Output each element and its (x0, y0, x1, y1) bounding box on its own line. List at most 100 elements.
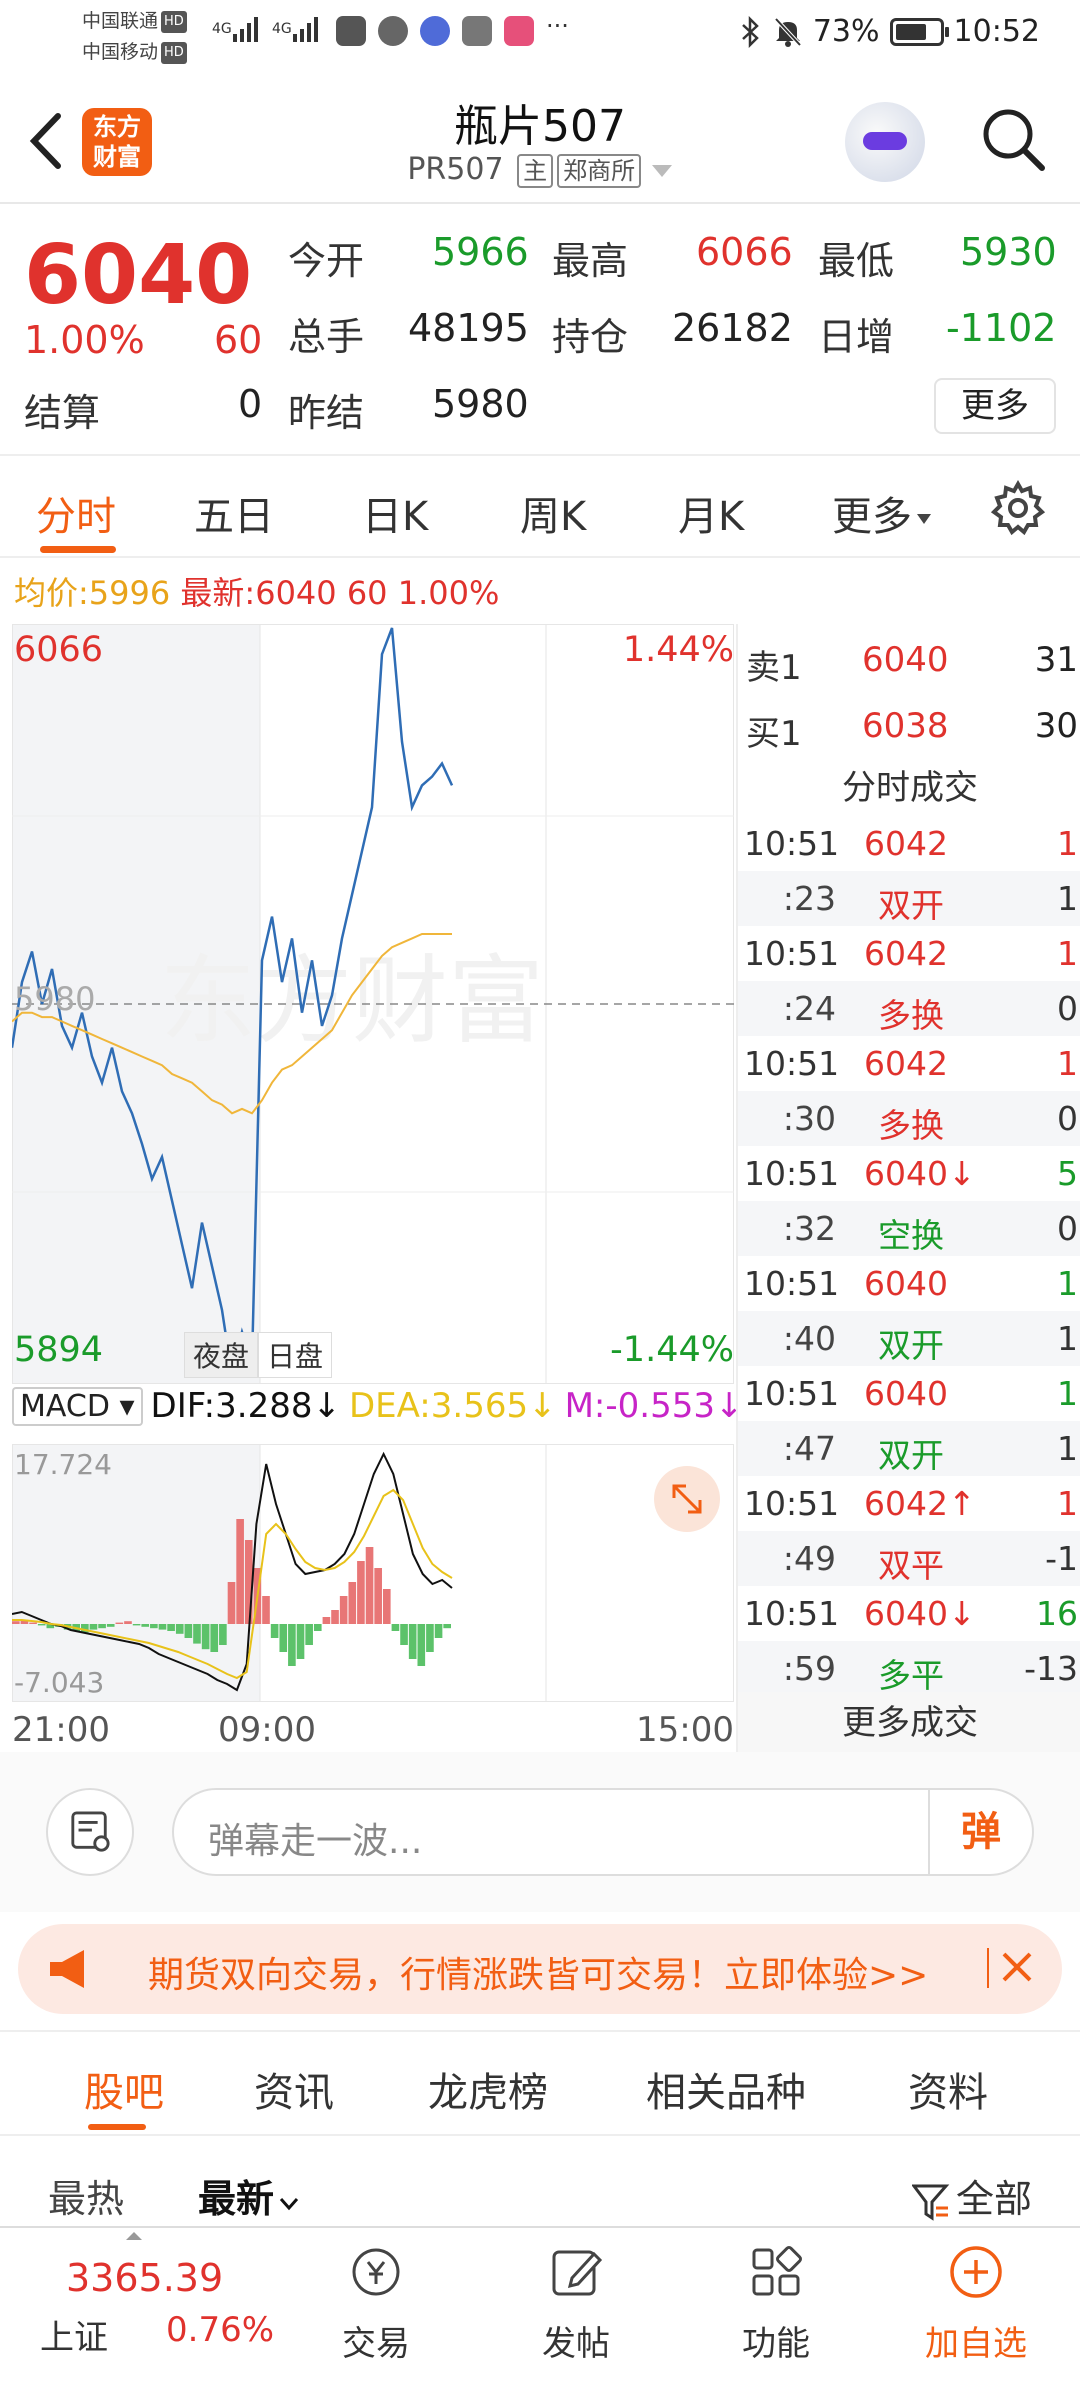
trade-volume: 0 (1057, 1209, 1078, 1248)
assistant-robot-icon[interactable] (845, 102, 925, 182)
promo-banner[interactable]: 期货双向交易，行情涨跌皆可交易！立即体验>> (18, 1924, 1062, 2014)
trade-time: :30 (782, 1099, 836, 1138)
macd-bar (313, 1624, 322, 1631)
indicator-select[interactable]: MACD ▾ (12, 1386, 143, 1426)
more-icon: ··· (546, 12, 569, 40)
clock: 10:52 (953, 14, 1040, 49)
oi-label: 持仓 (552, 315, 629, 359)
sort-latest[interactable]: 最新 (198, 2168, 300, 2223)
signal-icon: 4G (212, 16, 258, 42)
macd-bar (150, 1624, 158, 1629)
sort-hot[interactable]: 最热 (48, 2168, 124, 2223)
trade-row: :23 双开 1 (738, 871, 1080, 926)
intraday-chart[interactable]: 东方财富 6066 1.44% 5894 -1.44% 5980 夜盘 日盘 (12, 624, 734, 1384)
megaphone-icon (50, 1950, 84, 1988)
trade-price: 双开 (878, 886, 944, 925)
macd-bar (305, 1624, 313, 1645)
macd-bar (167, 1624, 175, 1631)
nav-add-watchlist[interactable]: 加自选 (896, 2228, 1056, 2400)
expand-icon[interactable] (654, 1466, 720, 1532)
bluetooth-icon (741, 15, 759, 48)
yen-cycle-icon (352, 2248, 400, 2296)
tab-intraday[interactable]: 分时 (36, 484, 116, 542)
nav-post[interactable]: 发帖 (496, 2228, 656, 2400)
macd-bar (210, 1624, 219, 1652)
chart-tabs: 分时 五日 日K 周K 月K 更多 (0, 458, 1080, 558)
macd-bar (443, 1624, 451, 1629)
trade-time: 10:51 (744, 1594, 840, 1633)
dropdown-triangle-icon (651, 164, 672, 177)
dif-value: DIF:3.288↓ (150, 1386, 341, 1426)
macd-bar (106, 1624, 115, 1627)
macd-bar (348, 1582, 357, 1624)
tab-profile[interactable]: 资料 (908, 2060, 988, 2118)
macd-bar (12, 1621, 20, 1624)
night-session-area (12, 1444, 260, 1702)
macd-bar (193, 1624, 201, 1644)
macd-bar (158, 1624, 167, 1630)
danmu-send-button[interactable]: 弹 (928, 1790, 1032, 1874)
tab-related[interactable]: 相关品种 (646, 2060, 806, 2118)
trade-volume: 1 (1057, 1044, 1078, 1083)
trade-price: 双开 (878, 1436, 944, 1475)
trade-time: :23 (782, 879, 836, 918)
filter-all[interactable]: 全部 (910, 2168, 1032, 2223)
danmu-settings-icon[interactable] (46, 1788, 134, 1876)
macd-bar (115, 1622, 124, 1624)
quote-panel: 6040 1.00% 60 结算 0 今开 5966 最高 6066 最低 59… (0, 206, 1080, 456)
trade-row: :49 双平 -1 (738, 1531, 1080, 1586)
daily-inc-label: 日增 (818, 315, 895, 359)
tab-guba[interactable]: 股吧 (84, 2060, 164, 2118)
grid-icon (752, 2246, 802, 2296)
tab-dragon-tiger[interactable]: 龙虎榜 (428, 2060, 548, 2118)
trade-row: :40 双开 1 (738, 1311, 1080, 1366)
trade-row: :24 多换 0 (738, 981, 1080, 1036)
tab-five-day[interactable]: 五日 (194, 484, 274, 542)
macd-bar (279, 1624, 288, 1652)
tab-monthly-k[interactable]: 月K (678, 484, 744, 542)
more-trades-button[interactable]: 更多成交 (738, 1692, 1080, 1754)
trade-time: 10:51 (744, 1264, 840, 1303)
tab-news[interactable]: 资讯 (254, 2060, 334, 2118)
macd-chart[interactable]: 17.724 -7.043 (11, 1444, 734, 1702)
watermark: 东方财富 (160, 945, 544, 1057)
macd-bar (288, 1624, 296, 1666)
nav-trade[interactable]: 交易 (296, 2228, 456, 2400)
more-quote-button[interactable]: 更多 (934, 378, 1056, 434)
chart-bottom-pct: -1.44% (610, 1330, 734, 1370)
macd-bar (262, 1596, 270, 1624)
search-icon[interactable] (978, 104, 1048, 174)
trade-time: :49 (782, 1539, 836, 1578)
contract-code: PR507 (407, 152, 504, 187)
macd-bar (408, 1624, 417, 1659)
avg-latest-line: 均价:5996 最新:6040 60 1.00% (14, 574, 500, 612)
danmu-input[interactable]: 弹幕走一波... 弹 (172, 1788, 1034, 1876)
night-session-button[interactable]: 夜盘 (184, 1332, 259, 1378)
day-session-button[interactable]: 日盘 (258, 1332, 333, 1378)
macd-bar (365, 1547, 374, 1624)
trade-row: 10:51 6042↑ 1 (738, 1476, 1080, 1531)
high-label: 最高 (552, 239, 629, 283)
tab-daily-k[interactable]: 日K (362, 484, 428, 542)
trade-price: 6040 (864, 1374, 948, 1413)
macd-bar (382, 1589, 391, 1624)
time-axis: 21:00 09:00 15:00 (12, 1706, 734, 1750)
macd-bar (37, 1624, 46, 1626)
title-bar: 东方 财富 瓶片507 PR507 主郑商所 (0, 72, 1080, 204)
close-icon[interactable] (986, 1940, 1042, 1996)
trade-price: 多换 (878, 1106, 944, 1145)
mute-icon (774, 17, 802, 47)
trade-volume: 1 (1057, 1319, 1078, 1358)
macd-chart-svg (11, 1444, 734, 1702)
settle-label: 结算 (24, 391, 101, 435)
macd-bar (357, 1561, 365, 1624)
tab-more[interactable]: 更多 (832, 484, 932, 542)
m-value: M:-0.553↓ (564, 1386, 744, 1426)
chevron-down-icon (279, 2198, 299, 2211)
tab-weekly-k[interactable]: 周K (520, 484, 586, 542)
edit-icon (552, 2250, 603, 2296)
macd-bar (417, 1624, 426, 1666)
nav-functions[interactable]: 功能 (696, 2228, 856, 2400)
gear-icon[interactable] (990, 480, 1046, 536)
macd-bottom-value: -7.043 (14, 1666, 105, 1699)
